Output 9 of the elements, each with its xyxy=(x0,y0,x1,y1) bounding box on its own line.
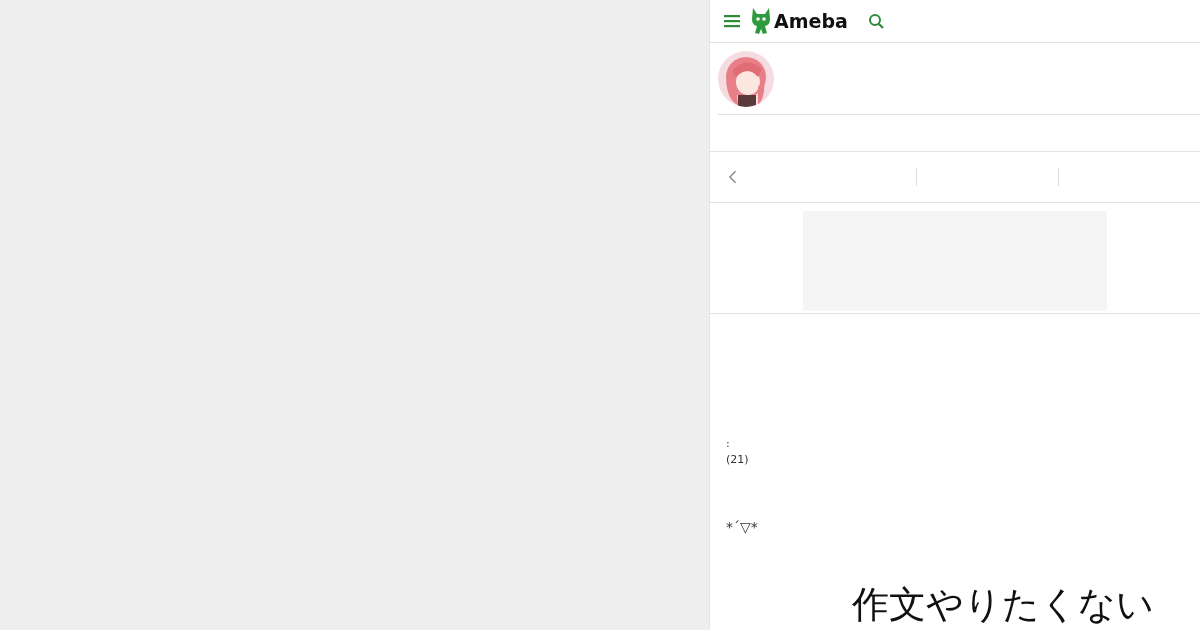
back-icon xyxy=(728,168,738,185)
ameba-logo[interactable]: Ameba xyxy=(750,7,848,36)
menu-icon xyxy=(724,14,740,29)
article-text: (21) xyxy=(726,452,749,468)
article-text: : xyxy=(726,436,730,452)
emoticon-text: *´▽* xyxy=(726,518,758,536)
search-icon xyxy=(867,12,885,30)
headline-text: 作文やりたくない xyxy=(852,582,1154,628)
mascot-icon xyxy=(750,7,772,36)
